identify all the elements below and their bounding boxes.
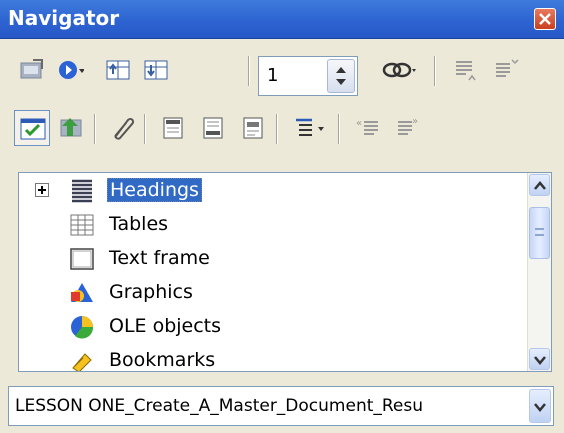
expand-icon[interactable] (35, 183, 49, 197)
svg-text:«: « (356, 118, 362, 129)
tree-item-label: Headings (107, 178, 202, 202)
demote-level-button[interactable] (488, 52, 524, 88)
toggle-button[interactable] (14, 52, 50, 88)
tree-item-label: OLE objects (109, 315, 222, 337)
previous-button[interactable] (100, 52, 136, 88)
tree-scrollbar[interactable] (527, 173, 551, 371)
chevron-down-icon (534, 403, 546, 412)
drag-mode-button[interactable] (378, 52, 416, 88)
document-dropdown-button[interactable] (529, 389, 551, 423)
tree-item-headings[interactable]: Headings (19, 175, 519, 207)
demote-chapter-icon: » (398, 116, 418, 135)
separator (94, 114, 96, 144)
spin-arrows-icon (336, 67, 346, 85)
anchor-to-text-icon (243, 117, 263, 139)
navigation-icon (59, 61, 84, 79)
separator (434, 56, 436, 86)
page-number-spinbox[interactable]: 1 (258, 56, 358, 96)
bookmarks-icon (72, 353, 92, 371)
anchor-to-text-button[interactable] (236, 110, 272, 146)
promote-level-icon (456, 61, 476, 81)
headings-list-icon (72, 179, 92, 203)
separator (248, 56, 250, 86)
content-view-icon (20, 118, 46, 140)
close-button[interactable] (534, 8, 556, 30)
document-selector-value: LESSON ONE_Create_A_Master_Document_Resu (15, 396, 424, 416)
scroll-thumb[interactable] (529, 207, 550, 259)
next-icon (144, 60, 168, 80)
content-view-button[interactable] (14, 110, 50, 146)
demote-chapter-button[interactable]: » (390, 110, 426, 146)
ole-objects-icon (71, 316, 94, 339)
promote-level-button[interactable] (448, 52, 484, 88)
footer-icon (203, 117, 223, 139)
chevron-up-icon (534, 181, 546, 190)
tree-item-text-frame[interactable]: Text frame (19, 243, 519, 275)
tables-icon (70, 214, 94, 236)
demote-level-icon (496, 59, 519, 77)
toggle-icon (20, 59, 43, 79)
page-spin-buttons[interactable] (327, 59, 355, 93)
page-number-value[interactable]: 1 (267, 65, 278, 86)
chevron-down-icon (534, 356, 546, 365)
navigator-toolbar-2: « » (8, 110, 556, 150)
header-button[interactable] (156, 110, 192, 146)
content-tree[interactable]: Headings Tables Text frame Graphics OLE … (18, 172, 552, 372)
separator (276, 114, 278, 144)
tree-item-label: Text frame (109, 247, 210, 269)
headings-icon (60, 118, 82, 137)
tree-item-tables[interactable]: Tables (19, 209, 519, 241)
tree-item-label: Bookmarks (109, 349, 216, 371)
header-icon (163, 117, 183, 139)
text-frame-icon (70, 248, 94, 270)
reminder-icon (114, 117, 135, 140)
close-icon (539, 13, 551, 25)
tree-item-graphics[interactable]: Graphics (19, 277, 519, 309)
heading-levels-icon (296, 118, 324, 136)
tree-item-label: Graphics (109, 281, 193, 303)
drag-mode-icon (382, 62, 416, 78)
tree-item-bookmarks[interactable]: Bookmarks (19, 345, 519, 371)
next-button[interactable] (138, 52, 174, 88)
promote-chapter-button[interactable]: « (350, 110, 386, 146)
window-title: Navigator (8, 6, 120, 30)
headings-view-button[interactable] (54, 110, 90, 146)
footer-button[interactable] (196, 110, 232, 146)
previous-icon (106, 60, 130, 80)
tree-item-label: Tables (109, 213, 169, 235)
separator (144, 114, 146, 144)
reminder-button[interactable] (104, 110, 140, 146)
heading-levels-button[interactable] (288, 110, 324, 146)
graphics-icon (71, 283, 93, 302)
svg-text:»: » (412, 116, 418, 127)
scroll-up-button[interactable] (529, 174, 550, 196)
separator (338, 114, 340, 144)
scroll-down-button[interactable] (529, 348, 550, 370)
title-bar: Navigator (0, 0, 564, 39)
promote-chapter-icon: « (356, 118, 378, 135)
document-selector[interactable]: LESSON ONE_Create_A_Master_Document_Resu (8, 386, 554, 426)
tree-item-ole-objects[interactable]: OLE objects (19, 311, 519, 343)
navigation-button[interactable] (52, 52, 88, 88)
